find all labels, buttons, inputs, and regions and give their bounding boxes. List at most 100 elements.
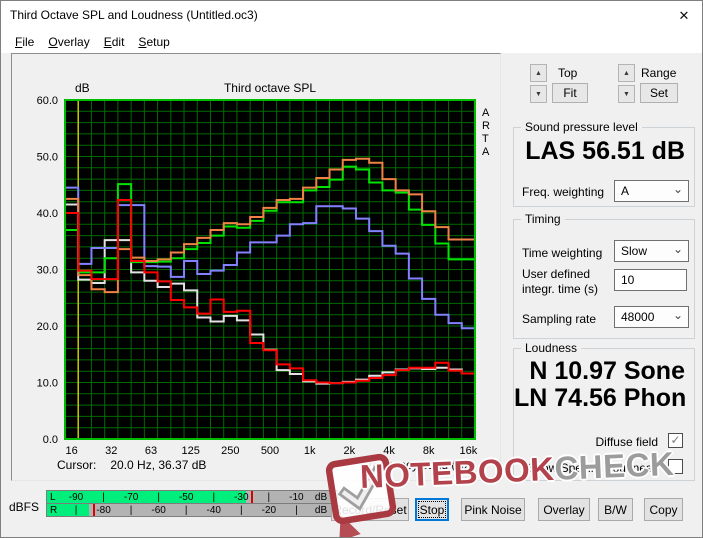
- spl-groupbox: Sound pressure level LAS 56.51 dB Freq. …: [513, 127, 695, 207]
- loudness-groupbox: Loudness N 10.97 Sone LN 74.56 Phon Diff…: [513, 348, 695, 481]
- svg-text:50.0: 50.0: [37, 152, 58, 164]
- svg-text:4k: 4k: [383, 445, 395, 457]
- cursor-value: 20.0 Hz, 36.37 dB: [110, 458, 206, 472]
- top-label: Top: [558, 66, 577, 80]
- level-meters: L-90|-70|-50|-30|-10dBR|-80|-60|-40|-20|…: [46, 490, 338, 517]
- checkmark-icon: ✓: [670, 433, 680, 447]
- meter-peak-indicator: [251, 491, 253, 503]
- spl-chart[interactable]: 60.050.040.030.020.010.00.01632631252505…: [12, 54, 500, 480]
- range-spinner-down[interactable]: ▼: [618, 85, 635, 103]
- app-window: Third Octave SPL and Loudness (Untitled.…: [0, 0, 703, 538]
- meter-scale-label: dB: [315, 492, 327, 503]
- loudness-ln-value: LN 74.56 Phon: [514, 384, 685, 413]
- meter-tick: |: [268, 492, 271, 503]
- meter-scale-label: dB: [315, 505, 327, 516]
- meter-tick: |: [185, 505, 188, 516]
- chevron-down-icon: ⌄: [673, 242, 683, 256]
- cursor-label: Cursor:: [57, 458, 96, 472]
- meter-tick: |: [75, 505, 78, 516]
- diffuse-field-checkbox[interactable]: ✓: [668, 433, 683, 448]
- window-title: Third Octave SPL and Loudness (Untitled.…: [10, 8, 258, 22]
- svg-text:63: 63: [145, 445, 157, 457]
- meter-scale-label: -10: [289, 492, 303, 503]
- title-bar: Third Octave SPL and Loudness (Untitled.…: [1, 1, 702, 30]
- meter-tick: |: [295, 505, 298, 516]
- range-label: Range: [641, 66, 676, 80]
- meter-scale-label: -60: [151, 505, 165, 516]
- svg-text:250: 250: [221, 445, 239, 457]
- pink-noise-button[interactable]: Pink Noise: [461, 498, 525, 521]
- overlay-button[interactable]: Overlay: [538, 498, 590, 521]
- loudness-group-label: Loudness: [521, 341, 581, 355]
- chart-title: Third octave SPL: [224, 81, 316, 95]
- down-arrow-icon: ▼: [623, 91, 630, 98]
- time-weighting-value: Slow: [621, 244, 647, 258]
- svg-text:10.0: 10.0: [37, 378, 58, 390]
- svg-text:500: 500: [261, 445, 279, 457]
- meter-scale-label: -40: [207, 505, 221, 516]
- range-spinner-up[interactable]: ▲: [618, 64, 635, 82]
- svg-text:A: A: [482, 107, 490, 119]
- sampling-rate-select[interactable]: 48000 ⌄: [614, 306, 689, 328]
- svg-text:8k: 8k: [423, 445, 435, 457]
- meter-scale-label: -80: [96, 505, 110, 516]
- spl-group-label: Sound pressure level: [521, 120, 642, 134]
- spl-value: LAS 56.51 dB: [514, 137, 685, 166]
- level-meter-r: R|-80|-60|-40|-20|dB: [46, 503, 338, 517]
- svg-text:16k: 16k: [460, 445, 478, 457]
- meter-channel-label: R: [50, 505, 57, 516]
- meter-scale-label: -50: [179, 492, 193, 503]
- meter-tick: |: [130, 505, 133, 516]
- meter-tick: |: [212, 492, 215, 503]
- close-button[interactable]: ✕: [666, 1, 702, 30]
- show-specific-loudness-label: Show Specific Loudness: [527, 461, 658, 475]
- svg-text:16: 16: [65, 445, 77, 457]
- freq-weighting-value: A: [621, 184, 629, 198]
- time-weighting-select[interactable]: Slow ⌄: [614, 240, 689, 262]
- meter-tick: |: [102, 492, 105, 503]
- meter-peak-indicator: [93, 504, 95, 516]
- up-arrow-icon: ▲: [535, 70, 542, 77]
- svg-text:30.0: 30.0: [37, 265, 58, 277]
- svg-text:20.0: 20.0: [37, 321, 58, 333]
- freq-weighting-label: Freq. weighting: [522, 185, 604, 199]
- level-meter-l: L-90|-70|-50|-30|-10dB: [46, 490, 338, 504]
- down-arrow-icon: ▼: [535, 91, 542, 98]
- top-spinner-up[interactable]: ▲: [530, 64, 547, 82]
- cursor-readout: Cursor: 20.0 Hz, 36.37 dB: [57, 458, 206, 472]
- copy-button[interactable]: Copy: [644, 498, 683, 521]
- integr-time-label-line1: User defined: [522, 267, 590, 281]
- sampling-rate-label: Sampling rate: [522, 312, 596, 326]
- menu-overlay[interactable]: Overlay: [41, 32, 96, 52]
- stop-button[interactable]: Stop: [415, 498, 449, 521]
- meter-tick: |: [240, 505, 243, 516]
- meter-scale-label: -70: [124, 492, 138, 503]
- dbfs-label: dBFS: [9, 500, 39, 514]
- meter-scale-label: -30: [234, 492, 248, 503]
- svg-text:40.0: 40.0: [37, 208, 58, 220]
- set-button[interactable]: Set: [640, 83, 678, 103]
- sampling-rate-value: 48000: [621, 310, 654, 324]
- freq-weighting-select[interactable]: A ⌄: [614, 180, 689, 202]
- meter-scale-label: -90: [69, 492, 83, 503]
- menu-setup[interactable]: Setup: [131, 32, 176, 52]
- b-w-button[interactable]: B/W: [598, 498, 633, 521]
- x-axis-title: Frequency band (Hz): [361, 458, 474, 472]
- svg-text:R: R: [482, 120, 490, 132]
- menu-edit[interactable]: Edit: [97, 32, 132, 52]
- fit-button[interactable]: Fit: [552, 83, 588, 103]
- svg-text:A: A: [482, 146, 490, 158]
- menu-file[interactable]: File: [8, 32, 41, 52]
- meter-channel-label: L: [50, 492, 56, 503]
- record-reset-button[interactable]: Record/Reset: [331, 498, 409, 521]
- integr-time-input[interactable]: [614, 269, 687, 291]
- timing-groupbox: Timing Time weighting Slow ⌄ User define…: [513, 219, 695, 339]
- up-arrow-icon: ▲: [623, 70, 630, 77]
- svg-text:2k: 2k: [344, 445, 356, 457]
- top-spinner-down[interactable]: ▼: [530, 85, 547, 103]
- menu-bar: FileOverlayEditSetup: [1, 30, 702, 53]
- timing-group-label: Timing: [521, 212, 565, 226]
- show-specific-loudness-checkbox[interactable]: [668, 459, 683, 474]
- time-weighting-label: Time weighting: [522, 246, 602, 260]
- chevron-down-icon: ⌄: [673, 182, 683, 196]
